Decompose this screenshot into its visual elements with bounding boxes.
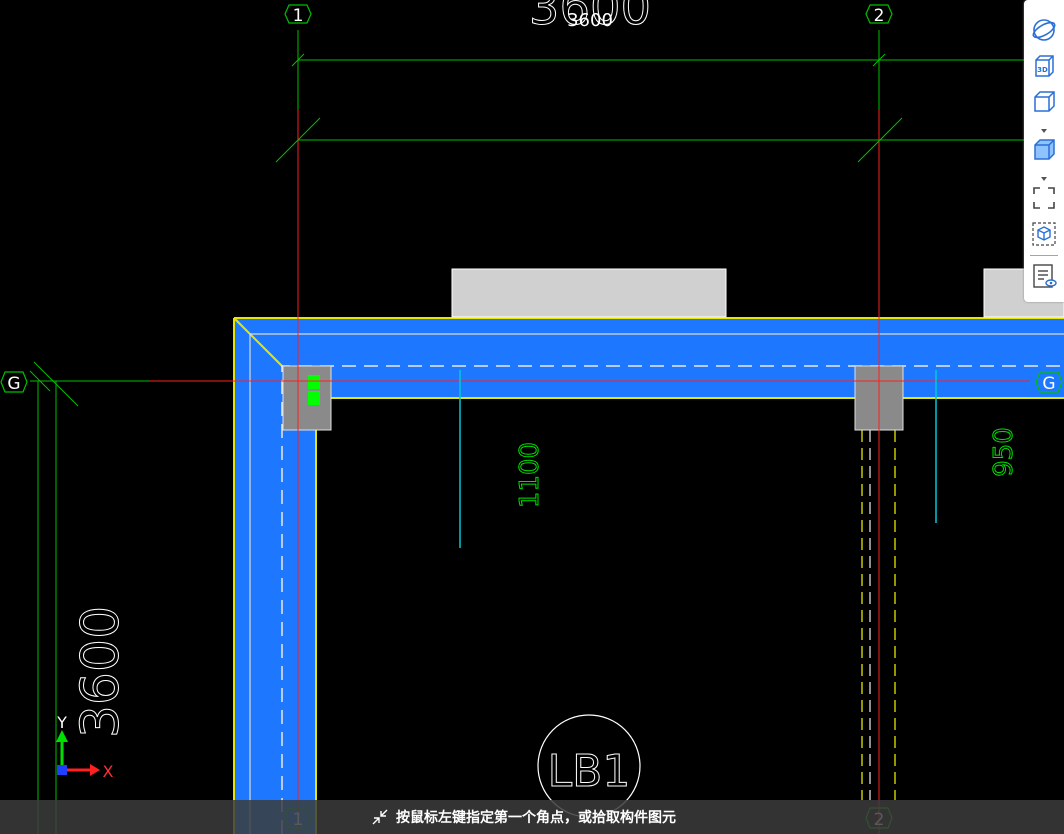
axis-marker-g-left: G [0,371,28,394]
svg-text:G: G [7,374,20,394]
axis-marker-2-top: 2 [865,4,893,26]
dimension-left-vertical: 3600 [71,606,131,738]
axis-marker-1-top: 1 [284,4,312,26]
svg-text:Y: Y [56,713,67,732]
view-3d-icon[interactable]: 3D [1030,52,1058,80]
command-status-bar: 按鼠标左键指定第一个角点，或拾取构件图元 [0,800,1064,834]
slab-span-label-2: 950 [989,427,1019,477]
wall-block-left[interactable] [451,268,727,318]
svg-text:X: X [103,762,114,781]
box-view-icon[interactable] [1030,88,1058,116]
command-prompt-text: 按鼠标左键指定第一个角点，或拾取构件图元 [396,810,676,826]
properties-view-icon[interactable] [1030,262,1058,290]
svg-text:2: 2 [874,6,885,26]
drawing-canvas[interactable]: 1 2 G G 1 2 3600 3600 3600 1100 950 LB1 … [0,0,1064,834]
column-1-g[interactable] [282,365,332,431]
beam-outline[interactable] [233,317,1064,834]
fit-extent-icon[interactable] [1030,184,1058,212]
grip-point[interactable] [308,391,320,405]
svg-text:1: 1 [293,6,304,26]
select-view-icon[interactable] [1030,220,1058,248]
chevron-down-icon[interactable] [1038,168,1050,181]
toolbar-divider [1030,255,1058,256]
view-toolbar: 3D [1024,0,1064,302]
pick-point-icon [370,807,390,827]
chevron-down-icon[interactable] [1038,120,1050,133]
grip-point[interactable] [308,375,320,389]
svg-text:G: G [1042,374,1055,394]
shaded-view-icon[interactable] [1030,136,1058,164]
orbit-icon[interactable] [1030,16,1058,44]
dimension-lines [29,30,1064,834]
slab-span-label-1: 1100 [515,442,545,508]
svg-text:LB1: LB1 [548,746,631,797]
svg-text:3D: 3D [1037,66,1048,74]
dimension-top-small: 3600 [567,10,613,31]
